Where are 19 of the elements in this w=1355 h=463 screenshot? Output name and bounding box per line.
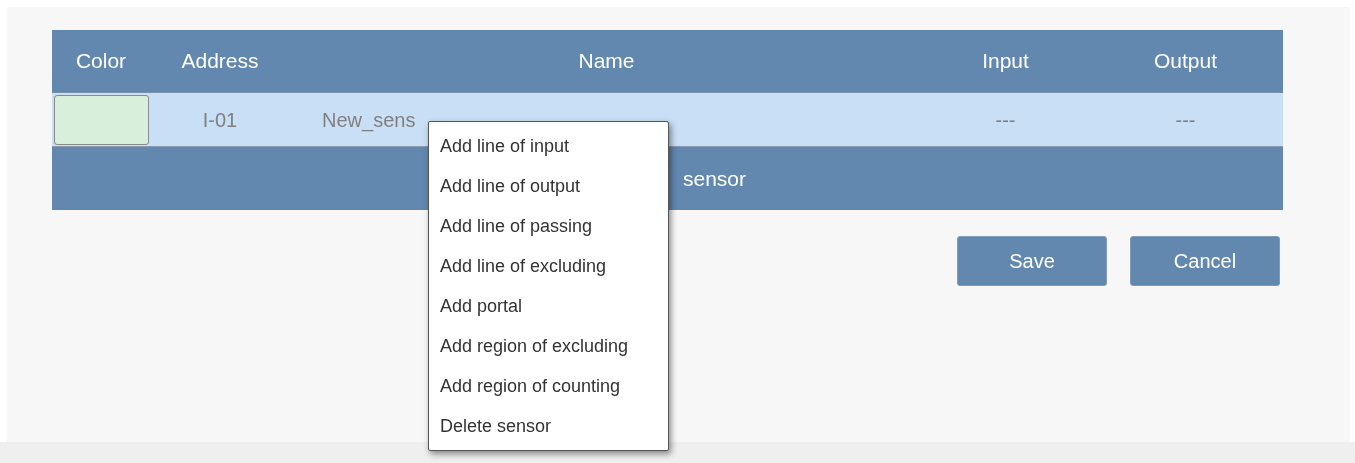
menu-item[interactable]: Add line of output <box>429 166 668 206</box>
menu-item[interactable]: Add region of counting <box>429 366 668 406</box>
menu-item[interactable]: Add portal <box>429 286 668 326</box>
column-header: Input <box>982 48 1029 75</box>
menu-item[interactable]: Delete sensor <box>429 406 668 446</box>
menu-item[interactable]: Add region of excluding <box>429 326 668 366</box>
action-button[interactable]: Save <box>957 236 1107 286</box>
column-header: Address <box>181 48 259 75</box>
table-cell-text: I-01 <box>202 107 238 133</box>
table-cell-text: --- <box>1175 107 1196 133</box>
menu-item[interactable]: Add line of excluding <box>429 246 668 286</box>
menu-item[interactable]: Add line of passing <box>429 206 668 246</box>
column-header: Color <box>75 48 127 75</box>
color-swatch[interactable] <box>54 94 149 145</box>
action-button[interactable]: Cancel <box>1130 236 1280 286</box>
table-cell-text: New_sens <box>322 107 416 134</box>
table-cell-text: --- <box>995 107 1016 133</box>
column-header: Output <box>1153 48 1217 75</box>
column-header: Name <box>578 48 635 75</box>
